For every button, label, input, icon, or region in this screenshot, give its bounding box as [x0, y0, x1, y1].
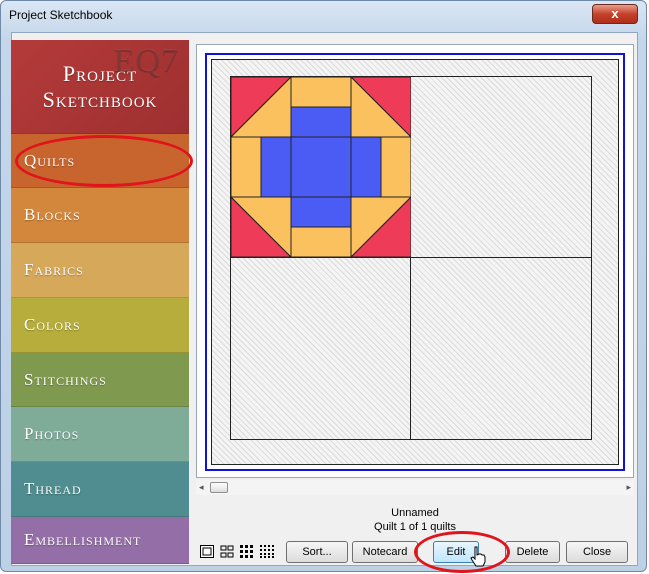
cross-bottom-blue [290, 196, 352, 228]
view-single-icon[interactable] [200, 545, 214, 558]
header-watermark: EQ7 [113, 42, 179, 79]
tab-quilts[interactable]: Quilts [11, 134, 189, 188]
tab-fabrics-label: Fabrics [24, 260, 84, 279]
tab-photos-label: Photos [24, 424, 80, 443]
tab-blocks-label: Blocks [24, 205, 81, 224]
view-3x3-icon[interactable] [240, 545, 254, 558]
sort-button[interactable]: Sort... [286, 541, 348, 563]
quilt-outer-border [211, 59, 619, 465]
quilt-selection-frame [205, 53, 625, 471]
mouse-pointer-icon [470, 546, 486, 567]
cross-top-blue [290, 106, 352, 138]
tab-quilts-label: Quilts [24, 150, 76, 170]
quilt-name: Unnamed [391, 507, 439, 519]
scroll-left-icon[interactable]: ◂ [199, 482, 204, 493]
edge-left-gold [231, 136, 262, 198]
tab-embellishment-label: Embellishment [24, 530, 142, 549]
view-2x2-icon[interactable] [220, 545, 234, 558]
header-line-2: Sketchbook [42, 86, 158, 112]
tab-photos[interactable]: Photos [11, 407, 189, 462]
tab-blocks[interactable]: Blocks [11, 188, 189, 243]
horizontal-scrollbar[interactable]: ◂ ▸ [196, 480, 634, 495]
scroll-right-icon[interactable]: ▸ [626, 482, 631, 493]
close-button[interactable]: Close [566, 541, 628, 563]
tab-embellishment[interactable]: Embellishment [11, 517, 189, 564]
tab-thread-label: Thread [24, 479, 82, 498]
window-title: Project Sketchbook [9, 8, 113, 22]
close-icon: x [611, 6, 619, 21]
edge-top-gold [290, 77, 352, 108]
close-window-button[interactable]: x [592, 4, 638, 24]
delete-button[interactable]: Delete [505, 541, 560, 563]
tab-fabrics[interactable]: Fabrics [11, 243, 189, 298]
scroll-thumb[interactable] [210, 482, 228, 493]
view-4x4-icon[interactable] [260, 545, 274, 558]
tab-stitchings-label: Stitchings [24, 369, 107, 389]
edge-bottom-gold [290, 226, 352, 257]
cross-left-blue [260, 136, 292, 198]
quilt-count: Quilt 1 of 1 quilts [374, 521, 456, 533]
quilt-preview-panel [196, 44, 634, 478]
quilt-block-divider-h [230, 257, 592, 258]
sidebar: Project Sketchbook EQ7 Quilts Blocks Fab… [11, 40, 189, 564]
cross-right-blue [350, 136, 382, 198]
tab-thread[interactable]: Thread [11, 462, 189, 517]
tab-colors[interactable]: Colors [11, 298, 189, 353]
notecard-button[interactable]: Notecard [352, 541, 418, 563]
bottom-toolbar: Sort... Notecard Edit Delete Close [196, 540, 636, 564]
quilt-status: Unnamed Quilt 1 of 1 quilts [196, 506, 634, 534]
sidebar-header: Project Sketchbook EQ7 [11, 40, 189, 134]
edge-right-gold [380, 136, 411, 198]
tab-colors-label: Colors [24, 315, 81, 334]
cross-center-blue [290, 136, 352, 198]
tab-stitchings[interactable]: Stitchings [11, 353, 189, 407]
quilt-block-churn-dash[interactable] [231, 77, 411, 257]
title-bar: Project Sketchbook x [1, 1, 646, 31]
